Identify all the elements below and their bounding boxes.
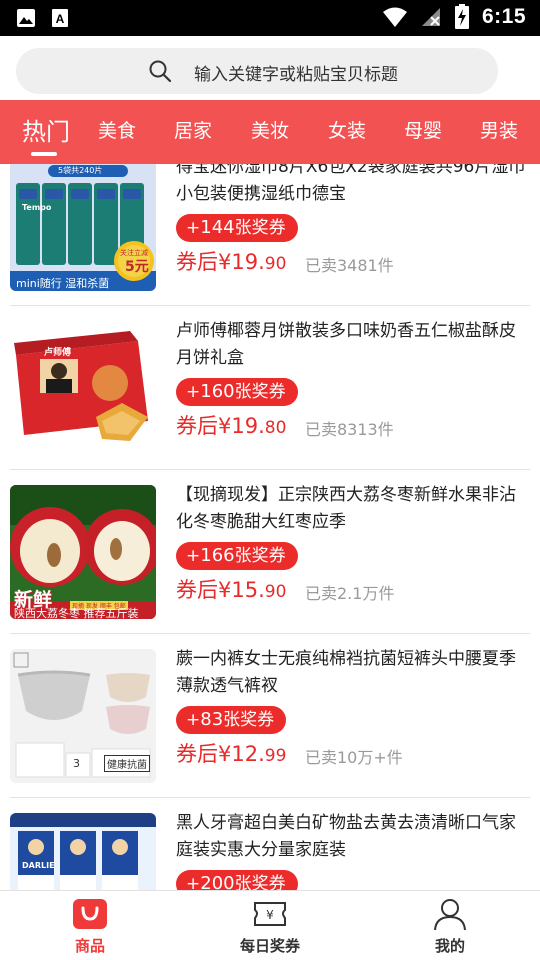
product-title[interactable]: 卢师傅椰蓉月饼散装多口味奶香五仁椒盐酥皮月饼礼盒 <box>176 318 528 372</box>
product-title[interactable]: 蕨一内裤女士无痕纯棉裆抗菌短裤头中腰夏季薄款透气裤衩 <box>176 646 528 700</box>
tab-baby[interactable]: 母婴 <box>404 116 442 143</box>
thumb-badge-num: 3 <box>73 757 80 770</box>
price-decimal: 99 <box>264 746 287 766</box>
nav-daily-tickets[interactable]: ¥ 每日奖券 <box>180 891 360 960</box>
product-thumbnail[interactable]: 健康抗菌 3 <box>10 649 156 783</box>
coupon-prefix: + <box>186 218 201 238</box>
tab-women[interactable]: 女装 <box>328 116 366 143</box>
thumb-text-bottom: mini随行 湿和杀菌 <box>16 277 110 290</box>
sold-count: 已卖10万+件 <box>305 748 403 767</box>
image-icon <box>17 9 35 27</box>
product-thumbnail[interactable]: DARLIE <box>10 813 156 890</box>
thumb-brand: Tempo <box>22 203 52 212</box>
product-item[interactable]: 健康抗菌 3 蕨一内裤女士无痕纯棉裆抗菌短裤头中腰夏季薄款透气裤衩 +83张奖券… <box>0 634 540 798</box>
sold-count: 已卖3481件 <box>305 256 394 275</box>
price-integer: 19. <box>231 250 265 274</box>
coupon-badge[interactable]: +200张奖券 <box>176 870 298 890</box>
coupon-count: 144 <box>200 217 235 238</box>
shopping-bag-icon <box>73 899 107 929</box>
tab-hot[interactable]: 热门 <box>22 112 70 147</box>
price-integer: 19. <box>231 414 265 438</box>
product-thumbnail[interactable]: 5袋共240片 Tempo mini随行 湿和杀菌 关注立减 5元 <box>10 164 156 291</box>
product-price: 券后¥19.90 <box>176 246 286 276</box>
coupon-suffix: 张奖券 <box>234 546 286 566</box>
product-item[interactable]: DARLIE 黑人牙膏超白美白矿物盐去黄去渍清晰口气家庭装实惠大分量家庭装 +2… <box>0 798 540 890</box>
signal-icon <box>421 8 440 26</box>
coupon-suffix: 张奖券 <box>234 874 286 890</box>
coupon-count: 166 <box>200 545 235 566</box>
product-title[interactable]: 【现摘现发】正宗陕西大荔冬枣新鲜水果非沾化冬枣脆甜大红枣应季 <box>176 482 528 536</box>
price-decimal: 90 <box>264 254 287 274</box>
a-icon: A <box>52 9 68 27</box>
product-thumbnail[interactable]: 新鲜 现摘 现发 顺丰 包邮 陕西大荔冬枣 推荐五斤装 <box>10 485 156 619</box>
tab-men[interactable]: 男装 <box>480 116 518 143</box>
thumb-brand: 卢师傅 <box>44 348 72 358</box>
battery-charging-icon <box>454 4 469 29</box>
product-list[interactable]: 5袋共240片 Tempo mini随行 湿和杀菌 关注立减 5元 得宝迷你湿巾… <box>0 164 540 890</box>
status-bar: A 6:15 <box>0 0 540 36</box>
nav-products[interactable]: 商品 <box>0 891 180 960</box>
status-time: 6:15 <box>481 5 526 28</box>
svg-text:¥: ¥ <box>266 908 274 922</box>
coupon-badge[interactable]: +144张奖券 <box>176 214 298 242</box>
category-tabs: 热门 美食 居家 美妆 女装 母婴 男装 <box>0 100 540 164</box>
price-prefix: 券后¥ <box>176 414 232 438</box>
price-prefix: 券后¥ <box>176 250 232 274</box>
product-price: 券后¥15.90 <box>176 574 286 604</box>
product-thumbnail[interactable]: 卢师傅 <box>10 321 156 455</box>
product-title[interactable]: 黑人牙膏超白美白矿物盐去黄去渍清晰口气家庭装实惠大分量家庭装 <box>176 810 528 864</box>
coupon-badge[interactable]: +160张奖券 <box>176 378 298 406</box>
nav-profile[interactable]: 我的 <box>360 891 540 960</box>
nav-label: 商品 <box>74 937 105 955</box>
svg-text:A: A <box>56 12 65 26</box>
price-integer: 15. <box>231 578 265 602</box>
nav-label: 每日奖券 <box>239 937 300 955</box>
search-icon <box>149 60 172 83</box>
product-price: 券后¥12.99 <box>176 738 286 768</box>
search-placeholder: 输入关键字或粘贴宝贝标题 <box>194 65 398 85</box>
price-integer: 12. <box>231 742 265 766</box>
nav-label: 我的 <box>434 937 465 955</box>
product-item[interactable]: 新鲜 现摘 现发 顺丰 包邮 陕西大荔冬枣 推荐五斤装 【现摘现发】正宗陕西大荔… <box>0 470 540 634</box>
coupon-count: 200 <box>200 873 235 890</box>
coupon-suffix: 张奖券 <box>234 382 286 402</box>
thumb-brand: DARLIE <box>22 861 55 870</box>
coupon-prefix: + <box>186 382 201 402</box>
wifi-icon <box>382 7 407 27</box>
thumb-text-bottom: 陕西大荔冬枣 推荐五斤装 <box>14 607 139 619</box>
price-prefix: 券后¥ <box>176 742 232 766</box>
coupon-count: 160 <box>200 381 235 402</box>
coupon-badge[interactable]: +83张奖券 <box>176 706 287 734</box>
sold-count: 已卖2.1万件 <box>305 584 395 603</box>
ticket-icon: ¥ <box>254 902 286 926</box>
bottom-navigation: 商品 ¥ 每日奖券 我的 <box>0 890 540 960</box>
coupon-prefix: + <box>186 546 201 566</box>
product-price: 券后¥19.80 <box>176 410 286 440</box>
price-decimal: 90 <box>264 582 287 602</box>
sold-count: 已卖8313件 <box>305 420 394 439</box>
thumb-text-top: 5袋共240片 <box>58 166 103 175</box>
coupon-badge[interactable]: +166张奖券 <box>176 542 298 570</box>
thumb-badge: 健康抗菌 <box>104 755 150 772</box>
product-item[interactable]: 5袋共240片 Tempo mini随行 湿和杀菌 关注立减 5元 得宝迷你湿巾… <box>0 164 540 306</box>
price-prefix: 券后¥ <box>176 578 232 602</box>
search-input[interactable]: 输入关键字或粘贴宝贝标题 <box>16 48 498 94</box>
thumb-badge-num: 5元 <box>125 259 149 275</box>
tab-beauty[interactable]: 美妆 <box>251 116 289 143</box>
coupon-suffix: 张奖券 <box>234 218 286 238</box>
price-decimal: 80 <box>264 418 287 438</box>
product-title[interactable]: 得宝迷你湿巾8片X6包X2袋家庭装共96片湿巾小包装便携湿纸巾德宝 <box>176 164 528 208</box>
tab-home[interactable]: 居家 <box>174 116 212 143</box>
user-icon <box>434 899 466 931</box>
tab-food[interactable]: 美食 <box>98 116 136 143</box>
product-item[interactable]: 卢师傅 卢师傅椰蓉月饼散装多口味奶香五仁椒盐酥皮月饼礼盒 +160张奖券 券后¥… <box>0 306 540 470</box>
coupon-count: 83 <box>200 709 224 730</box>
coupon-prefix: + <box>186 874 201 890</box>
coupon-prefix: + <box>186 710 201 730</box>
coupon-suffix: 张奖券 <box>223 710 275 730</box>
active-tab-indicator <box>31 152 57 156</box>
search-bar: 输入关键字或粘贴宝贝标题 <box>0 36 540 100</box>
